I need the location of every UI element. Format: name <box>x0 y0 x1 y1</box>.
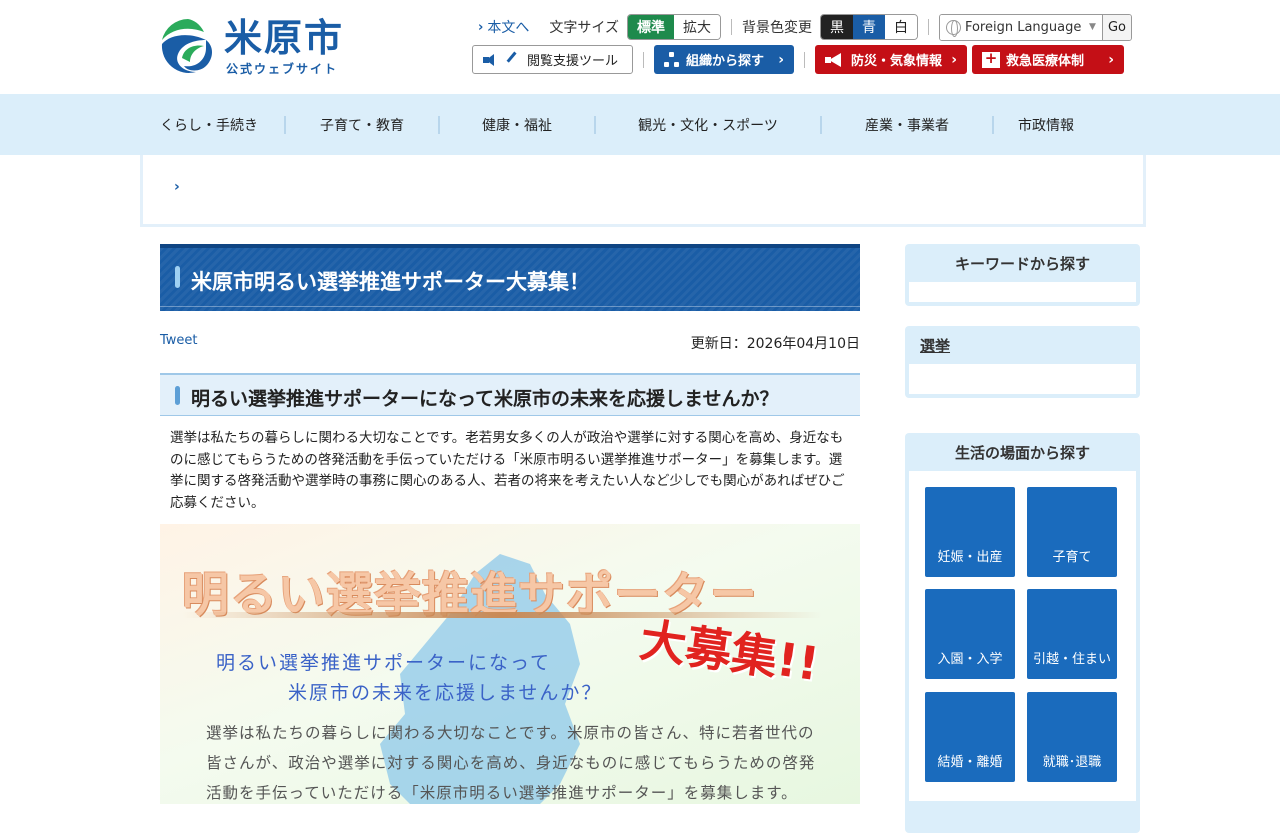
gnav-item-industry[interactable]: 産業・事業者 <box>822 115 992 135</box>
chevron-right-icon: › <box>174 179 180 195</box>
emergency-medical-label: 救急医療体制 <box>1006 54 1085 69</box>
logo-name: 米原市 <box>224 16 345 60</box>
hospital-icon <box>982 49 1001 68</box>
skip-link-label: 本文へ <box>487 20 530 36</box>
gnav-item-living[interactable]: くらし・手続き <box>160 115 264 135</box>
org-search-label: 組織から探す <box>686 54 765 69</box>
tweet-link[interactable]: Tweet <box>160 333 198 348</box>
utility-row-top: › 本文へ 文字サイズ 標準 拡大 背景色変更 黒 青 白 Foreign La… <box>478 13 1132 41</box>
category-link-election[interactable]: 選挙 <box>909 326 1136 364</box>
bg-black-button[interactable]: 黒 <box>820 15 853 39</box>
gnav-item-health[interactable]: 健康・福祉 <box>440 115 594 135</box>
site-header: 米原市 公式ウェブサイト › 本文へ 文字サイズ 標準 拡大 背景色変更 黒 青… <box>0 0 1280 94</box>
chevron-right-icon: › <box>778 51 785 68</box>
page-title: 米原市明るい選挙推進サポーター大募集！ <box>191 270 590 294</box>
dropdown-arrow-icon: ▼ <box>1089 22 1096 32</box>
life-tile-school[interactable]: 入園・入学 <box>925 589 1015 679</box>
font-size-label: 文字サイズ <box>549 20 619 36</box>
gnav-item-childcare[interactable]: 子育て・教育 <box>286 115 438 135</box>
gnav-item-tourism[interactable]: 観光・文化・スポーツ <box>596 115 820 135</box>
megaphone-icon <box>825 52 845 67</box>
divider <box>927 19 929 35</box>
gnav-item-city-admin[interactable]: 市政情報 <box>994 115 1098 135</box>
disaster-info-button[interactable]: 防災・気象情報 › <box>815 45 968 74</box>
reading-support-tool-button[interactable]: 閲覧支援ツール <box>472 45 634 74</box>
utility-row-bottom: 閲覧支援ツール 組織から探す › 防災・気象情報 › 救急医療体制 › <box>472 45 1125 74</box>
article-meta: Tweet 更新日：2026年04月10日 <box>160 311 860 373</box>
emergency-medical-button[interactable]: 救急医療体制 › <box>972 45 1125 74</box>
logo-subtitle: 公式ウェブサイト <box>226 62 339 76</box>
section-heading: 明るい選挙推進サポーターになって米原市の未来を応援しませんか？ <box>191 388 779 410</box>
keyword-search-heading: キーワードから探す <box>954 254 1090 273</box>
chevron-right-icon: › <box>951 51 958 68</box>
banner-subtitle-1: 明るい選挙推進サポーターになって <box>216 652 552 674</box>
life-scene-grid: 妊娠・出産 子育て 入園・入学 引越・住まい 結婚・離婚 就職･退職 <box>909 471 1136 801</box>
heading-accent <box>175 386 180 405</box>
speaker-icon <box>483 53 501 67</box>
sidebar: キーワードから探す 選挙 生活の場面から探す 妊娠・出産 子育て 入園・入学 引… <box>905 244 1140 833</box>
language-select-value: Foreign Language <box>964 19 1082 35</box>
banner-subtitle-2: 米原市の未来を応援しませんか？ <box>288 682 603 704</box>
breadcrumb: › <box>140 155 1146 227</box>
pen-icon <box>506 51 524 68</box>
life-scene-heading: 生活の場面から探す <box>954 443 1090 462</box>
skip-to-content-link[interactable]: › 本文へ <box>478 17 529 37</box>
recruitment-banner-image: 明るい選挙推進サポーター 大募集!! 明るい選挙推進サポーターになって 米原市の… <box>160 524 860 804</box>
category-body <box>909 364 1136 394</box>
banner-body-text: 選挙は私たちの暮らしに関わる大切なことです。米原市の皆さん、特に若者世代の皆さん… <box>206 724 816 802</box>
divider <box>730 19 732 35</box>
font-size-switcher: 標準 拡大 <box>626 14 721 40</box>
page-title-box: 米原市明るい選挙推進サポーター大募集！ <box>160 244 860 311</box>
reading-tool-label: 閲覧支援ツール <box>527 54 619 69</box>
global-nav: くらし・手続き 子育て・教育 健康・福祉 観光・文化・スポーツ 産業・事業者 市… <box>0 94 1280 155</box>
language-selector: Foreign Language ▼ Go <box>938 13 1132 41</box>
main-content: 米原市明るい選挙推進サポーター大募集！ Tweet 更新日：2026年04月10… <box>160 244 860 804</box>
keyword-search-box: キーワードから探す <box>905 244 1140 306</box>
chevron-right-icon: › <box>478 19 484 35</box>
font-standard-button[interactable]: 標準 <box>627 15 674 39</box>
language-select[interactable]: Foreign Language ▼ <box>939 14 1102 40</box>
bg-white-button[interactable]: 白 <box>884 15 917 39</box>
life-tile-employment[interactable]: 就職･退職 <box>1027 692 1117 782</box>
city-emblem-icon <box>161 19 215 73</box>
keyword-search-body <box>909 282 1136 302</box>
life-tile-childcare[interactable]: 子育て <box>1027 487 1117 577</box>
org-search-button[interactable]: 組織から探す › <box>654 45 795 74</box>
font-large-button[interactable]: 拡大 <box>673 15 720 39</box>
site-logo[interactable]: 米原市 公式ウェブサイト <box>160 16 350 78</box>
life-tile-pregnancy[interactable]: 妊娠・出産 <box>925 487 1015 577</box>
life-tile-marriage[interactable]: 結婚・離婚 <box>925 692 1015 782</box>
divider <box>643 51 645 68</box>
disaster-info-label: 防災・気象情報 <box>851 54 943 69</box>
language-go-button[interactable]: Go <box>1101 14 1131 40</box>
bg-color-switcher: 黒 青 白 <box>819 14 918 40</box>
divider <box>804 51 806 68</box>
life-tile-moving[interactable]: 引越・住まい <box>1027 589 1117 679</box>
organization-icon <box>664 51 680 68</box>
bg-color-label: 背景色変更 <box>741 20 812 36</box>
chevron-right-icon: › <box>1108 51 1115 68</box>
life-scene-box: 生活の場面から探す 妊娠・出産 子育て 入園・入学 引越・住まい 結婚・離婚 就… <box>905 433 1140 833</box>
bg-blue-button[interactable]: 青 <box>852 15 885 39</box>
category-box: 選挙 <box>905 326 1140 398</box>
title-accent <box>175 266 180 288</box>
globe-icon <box>945 19 961 37</box>
updated-date: 更新日：2026年04月10日 <box>690 336 860 352</box>
section-heading-box: 明るい選挙推進サポーターになって米原市の未来を応援しませんか？ <box>160 373 860 416</box>
